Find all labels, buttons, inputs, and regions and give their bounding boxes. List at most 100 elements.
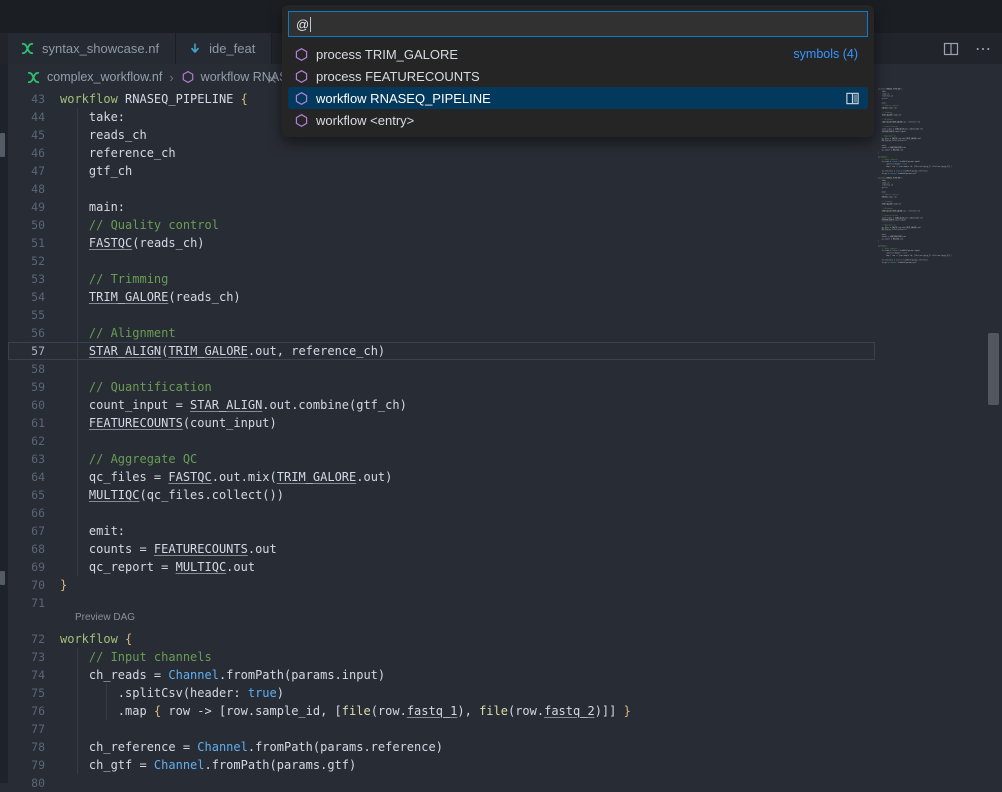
line-number[interactable]: 71 xyxy=(8,594,60,612)
line-number[interactable]: 43 xyxy=(8,90,60,108)
code-line[interactable]: 63 // Aggregate QC xyxy=(8,450,875,468)
code-line[interactable]: 76 .map { row -> [row.sample_id, [file(r… xyxy=(8,702,875,720)
breadcrumb-file[interactable]: complex_workflow.nf xyxy=(47,70,162,84)
line-number[interactable]: 61 xyxy=(8,414,60,432)
code-line[interactable]: 54 TRIM_GALORE(reads_ch) xyxy=(8,288,875,306)
line-number[interactable]: 64 xyxy=(8,468,60,486)
scrollbar[interactable] xyxy=(988,333,999,405)
code-line[interactable]: 66 xyxy=(8,504,875,522)
line-number[interactable]: 70 xyxy=(8,576,60,594)
code-line[interactable]: 75 .splitCsv(header: true) xyxy=(8,684,875,702)
code-line[interactable]: 47 gtf_ch xyxy=(8,162,875,180)
code-line[interactable]: 57 STAR_ALIGN(TRIM_GALORE.out, reference… xyxy=(8,342,875,360)
line-number[interactable]: 76 xyxy=(8,702,60,720)
split-editor-icon[interactable] xyxy=(943,41,959,57)
code-line[interactable]: 71 xyxy=(8,594,875,612)
line-number[interactable]: 54 xyxy=(8,288,60,306)
code-line[interactable]: 68 counts = FEATURECOUNTS.out xyxy=(8,540,875,558)
quick-open-palette: @ process TRIM_GALOREsymbols (4)process … xyxy=(282,5,874,137)
code-line[interactable]: 48 xyxy=(8,180,875,198)
line-number[interactable]: 60 xyxy=(8,396,60,414)
code-line[interactable]: 60 count_input = STAR_ALIGN.out.combine(… xyxy=(8,396,875,414)
code-line[interactable]: 77 xyxy=(8,720,875,738)
code-text: FASTQC(reads_ch) xyxy=(60,234,205,252)
quick-open-input[interactable]: @ xyxy=(288,11,868,37)
code-line[interactable]: 65 MULTIQC(qc_files.collect()) xyxy=(8,486,875,504)
code-line[interactable]: 56 // Alignment xyxy=(8,324,875,342)
code-line[interactable]: 67 emit: xyxy=(8,522,875,540)
line-number[interactable]: 57 xyxy=(8,342,60,360)
quick-pick-item[interactable]: workflow RNASEQ_PIPELINE xyxy=(288,87,868,109)
quick-pick-item[interactable]: process TRIM_GALOREsymbols (4) xyxy=(288,43,868,65)
line-number[interactable]: 53 xyxy=(8,270,60,288)
line-number[interactable]: 66 xyxy=(8,504,60,522)
line-number[interactable]: 51 xyxy=(8,234,60,252)
line-number[interactable]: 49 xyxy=(8,198,60,216)
code-line[interactable]: 64 qc_files = FASTQC.out.mix(TRIM_GALORE… xyxy=(8,468,875,486)
line-number[interactable]: 63 xyxy=(8,450,60,468)
line-number[interactable]: 50 xyxy=(8,216,60,234)
code-line[interactable]: 78 ch_reference = Channel.fromPath(param… xyxy=(8,738,875,756)
code-text: // Quality control xyxy=(60,216,219,234)
symbol-icon xyxy=(181,70,195,84)
minimap[interactable]: workflow RNASEQ_PIPELINE { take: reads_c… xyxy=(878,88,982,358)
line-number[interactable]: 68 xyxy=(8,540,60,558)
code-line[interactable]: 55 xyxy=(8,306,875,324)
line-number[interactable]: 44 xyxy=(8,108,60,126)
code-line[interactable]: 46 reference_ch xyxy=(8,144,875,162)
open-to-side-icon[interactable] xyxy=(845,91,862,106)
line-number[interactable]: 46 xyxy=(8,144,60,162)
code-line[interactable]: 59 // Quantification xyxy=(8,378,875,396)
code-line[interactable]: 49 main: xyxy=(8,198,875,216)
code-line[interactable]: 80 xyxy=(8,774,875,792)
line-number[interactable]: 58 xyxy=(8,360,60,378)
code-line[interactable]: 52 xyxy=(8,252,875,270)
codelens-link[interactable]: Preview DAG xyxy=(8,612,875,630)
tab-ide-features[interactable]: ide_feat xyxy=(176,33,272,64)
line-number[interactable]: 45 xyxy=(8,126,60,144)
line-number[interactable]: 65 xyxy=(8,486,60,504)
line-number[interactable]: 59 xyxy=(8,378,60,396)
tab-close-icon[interactable] xyxy=(266,70,278,89)
code-line[interactable]: 50 // Quality control xyxy=(8,216,875,234)
code-line[interactable]: 51 FASTQC(reads_ch) xyxy=(8,234,875,252)
line-number[interactable]: 55 xyxy=(8,306,60,324)
code-line[interactable]: 72workflow { xyxy=(8,630,875,648)
symbol-icon xyxy=(294,69,309,84)
code-line[interactable]: 69 qc_report = MULTIQC.out xyxy=(8,558,875,576)
line-number[interactable]: 73 xyxy=(8,648,60,666)
code-line[interactable]: 58 xyxy=(8,360,875,378)
symbol-icon xyxy=(294,91,309,106)
code-line[interactable]: 73 // Input channels xyxy=(8,648,875,666)
line-number[interactable]: 52 xyxy=(8,252,60,270)
code-line[interactable]: 70} xyxy=(8,576,875,594)
line-number[interactable]: 56 xyxy=(8,324,60,342)
quick-pick-item[interactable]: workflow <entry> xyxy=(288,109,868,131)
code-text: // Input channels xyxy=(60,648,212,666)
line-number[interactable]: 80 xyxy=(8,774,60,792)
line-number[interactable]: 67 xyxy=(8,522,60,540)
line-number[interactable]: 69 xyxy=(8,558,60,576)
tab-syntax-showcase[interactable]: syntax_showcase.nf xyxy=(8,33,176,64)
line-number[interactable]: 72 xyxy=(8,630,60,648)
code-line[interactable]: 62 xyxy=(8,432,875,450)
line-number[interactable]: 74 xyxy=(8,666,60,684)
code-line[interactable]: 61 FEATURECOUNTS(count_input) xyxy=(8,414,875,432)
code-line[interactable]: 74 ch_reads = Channel.fromPath(params.in… xyxy=(8,666,875,684)
quick-pick-item[interactable]: process FEATURECOUNTS xyxy=(288,65,868,87)
more-actions-icon[interactable]: ⋯ xyxy=(975,39,992,59)
arrow-down-icon xyxy=(188,42,202,56)
line-number[interactable]: 48 xyxy=(8,180,60,198)
line-number[interactable]: 75 xyxy=(8,684,60,702)
line-number[interactable]: 62 xyxy=(8,432,60,450)
code-line[interactable]: 79 ch_gtf = Channel.fromPath(params.gtf) xyxy=(8,756,875,774)
editor-actions: ⋯ xyxy=(943,33,992,64)
line-number[interactable]: 77 xyxy=(8,720,60,738)
code-line[interactable]: 53 // Trimming xyxy=(8,270,875,288)
minimap-content: workflow RNASEQ_PIPELINE { take: reads_c… xyxy=(878,88,982,266)
line-number[interactable]: 79 xyxy=(8,756,60,774)
text-cursor xyxy=(310,17,311,32)
line-number[interactable]: 78 xyxy=(8,738,60,756)
indent-guide xyxy=(77,648,78,774)
line-number[interactable]: 47 xyxy=(8,162,60,180)
